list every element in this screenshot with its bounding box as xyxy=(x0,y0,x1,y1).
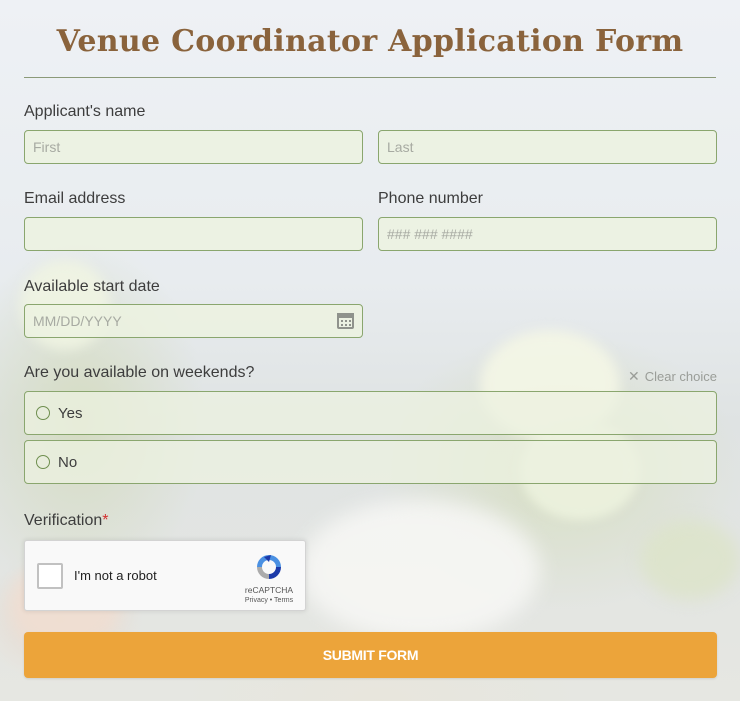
option-label: No xyxy=(58,454,78,471)
calendar-icon[interactable] xyxy=(337,313,354,329)
weekends-option-yes[interactable]: Yes xyxy=(24,391,717,435)
phone-label: Phone number xyxy=(378,190,483,207)
captcha-brand: reCAPTCHA xyxy=(244,585,294,595)
verification-label-text: Verification xyxy=(24,512,103,529)
captcha-checkbox[interactable] xyxy=(37,563,63,589)
email-label: Email address xyxy=(24,190,126,207)
start-date-field[interactable] xyxy=(24,304,363,338)
last-name-input[interactable] xyxy=(387,131,708,163)
start-date-label: Available start date xyxy=(24,278,160,295)
last-name-field[interactable] xyxy=(378,130,717,164)
application-form: Venue Coordinator Application Form xyxy=(0,0,740,78)
close-icon: ✕ xyxy=(628,368,640,384)
recaptcha-widget: I'm not a robot reCAPTCHA Privacy • Term… xyxy=(24,540,306,611)
weekends-label: Are you available on weekends? xyxy=(24,364,255,381)
weekends-option-no[interactable]: No xyxy=(24,440,717,484)
recaptcha-logo-icon xyxy=(257,555,281,579)
clear-choice-label: Clear choice xyxy=(644,369,717,384)
captcha-label: I'm not a robot xyxy=(74,568,157,583)
email-input[interactable] xyxy=(33,218,354,250)
email-field[interactable] xyxy=(24,217,363,251)
form-title: Venue Coordinator Application Form xyxy=(24,0,716,78)
required-asterisk: * xyxy=(102,512,109,529)
option-label: Yes xyxy=(58,405,83,422)
radio-button[interactable] xyxy=(36,455,50,469)
captcha-links[interactable]: Privacy • Terms xyxy=(235,597,303,604)
first-name-field[interactable] xyxy=(24,130,363,164)
applicant-name-label: Applicant's name xyxy=(24,103,146,120)
phone-input[interactable] xyxy=(387,218,708,250)
verification-label: Verification* xyxy=(24,512,109,530)
first-name-input[interactable] xyxy=(33,131,354,163)
start-date-input[interactable] xyxy=(33,305,313,337)
phone-field[interactable] xyxy=(378,217,717,251)
radio-button[interactable] xyxy=(36,406,50,420)
clear-choice-link[interactable]: ✕ Clear choice xyxy=(628,368,717,385)
submit-button[interactable]: SUBMIT FORM xyxy=(24,632,717,678)
